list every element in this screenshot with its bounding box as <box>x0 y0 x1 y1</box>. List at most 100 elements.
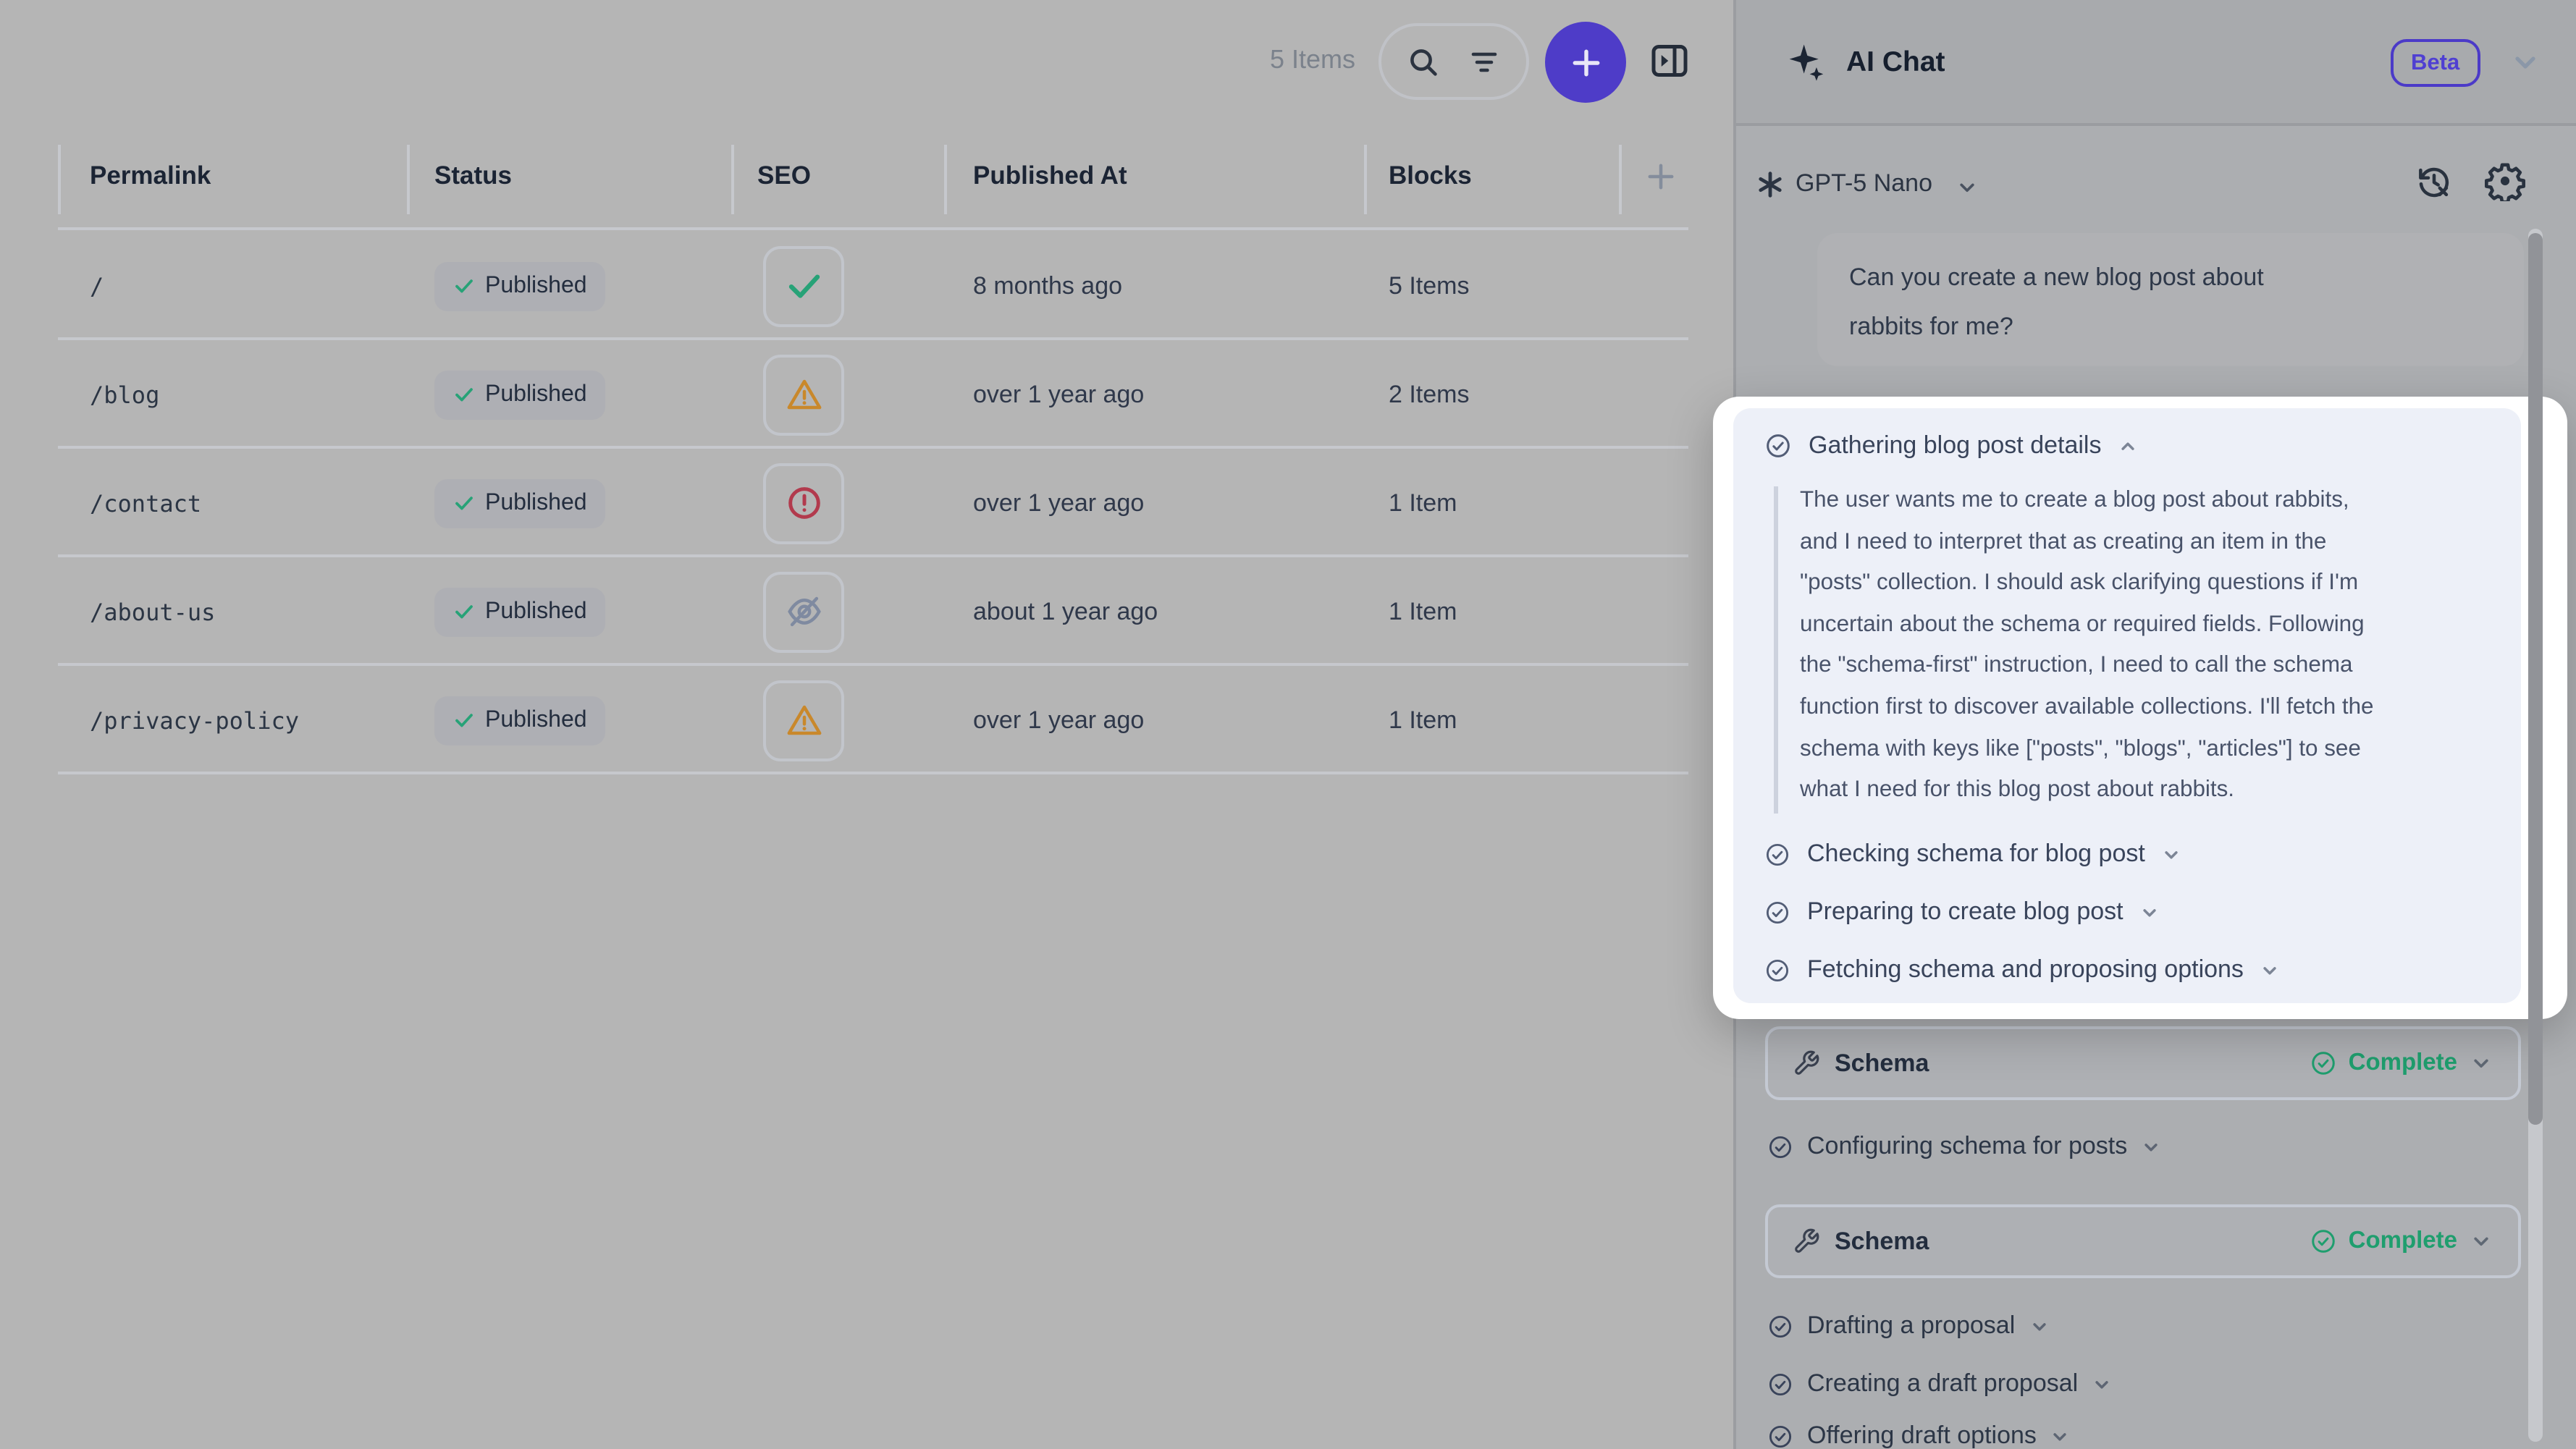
published-at-cell: about 1 year ago <box>973 597 1158 626</box>
spotlight-card: Gathering blog post details The user wan… <box>1713 397 2567 1019</box>
circle-check-icon <box>1764 956 1791 984</box>
reasoning-item-label: Fetching schema and proposing options <box>1807 955 2244 984</box>
step-label: Drafting a proposal <box>1807 1311 2015 1340</box>
status-badge: Published <box>434 261 606 310</box>
tool-call-status: Complete <box>2310 1228 2493 1255</box>
model-selector[interactable]: GPT-5 Nano <box>1796 169 1932 198</box>
seo-status-box <box>763 680 844 761</box>
chevron-down-icon <box>2139 901 2161 923</box>
sparkles-icon <box>1785 42 1826 83</box>
status-label: Published <box>485 381 587 407</box>
circle-check-icon <box>2310 1049 2337 1077</box>
table-row[interactable]: /contact Published over 1 year ago 1 Ite… <box>58 449 1688 557</box>
chevron-down-icon <box>2050 1425 2071 1447</box>
openai-logo-icon <box>1754 168 1787 201</box>
status-badge: Published <box>434 370 606 419</box>
column-header-status[interactable]: Status <box>434 161 512 191</box>
seo-status-box <box>763 354 844 435</box>
check-icon <box>453 492 475 514</box>
tool-call-name: Schema <box>1835 1227 1929 1256</box>
circle-check-icon <box>2310 1228 2337 1255</box>
gear-icon[interactable] <box>2485 161 2525 201</box>
column-header-blocks[interactable]: Blocks <box>1389 161 1472 191</box>
circle-check-icon <box>1767 1370 1794 1398</box>
column-divider <box>731 145 734 214</box>
blocks-cell: 5 Items <box>1389 271 1470 300</box>
permalink-cell: /contact <box>90 489 201 517</box>
column-divider <box>407 145 410 214</box>
column-header-permalink[interactable]: Permalink <box>90 161 211 191</box>
circle-check-icon <box>1764 898 1791 926</box>
blocks-cell: 1 Item <box>1389 706 1457 735</box>
chevron-down-icon <box>2469 1229 2493 1254</box>
reasoning-step[interactable]: Configuring schema for posts <box>1767 1132 2162 1161</box>
tool-call-schema[interactable]: Schema Complete <box>1765 1204 2521 1278</box>
chevron-down-icon <box>2469 1051 2493 1076</box>
column-divider <box>58 145 61 214</box>
reasoning-step[interactable]: Drafting a proposal <box>1767 1311 2050 1340</box>
chevron-down-icon <box>2260 959 2281 981</box>
check-icon <box>453 275 475 297</box>
reasoning-indent-rule <box>1774 486 1777 814</box>
blocks-cell: 1 Item <box>1389 489 1457 518</box>
beta-badge: Beta <box>2391 39 2480 87</box>
reasoning-title: Gathering blog post details <box>1809 431 2102 460</box>
published-at-cell: 8 months ago <box>973 271 1122 300</box>
wrench-icon <box>1793 1228 1820 1255</box>
seo-status-box <box>763 571 844 652</box>
seo-status-box <box>763 245 844 326</box>
reasoning-item-label: Checking schema for blog post <box>1807 840 2145 869</box>
toggle-side-panel-icon[interactable] <box>1648 39 1691 83</box>
status-badge: Published <box>434 587 606 636</box>
reasoning-item-label: Preparing to create blog post <box>1807 897 2123 926</box>
circle-check-icon <box>1767 1133 1794 1160</box>
reasoning-summary[interactable]: Checking schema for blog post <box>1764 840 2183 869</box>
reasoning-summary[interactable]: Fetching schema and proposing options <box>1764 955 2281 984</box>
published-at-cell: over 1 year ago <box>973 706 1144 735</box>
seo-status-box <box>763 462 844 544</box>
reasoning-summary[interactable]: Preparing to create blog post <box>1764 897 2161 926</box>
chevron-down-icon <box>2091 1373 2113 1395</box>
blocks-cell: 1 Item <box>1389 597 1457 626</box>
chevron-down-icon[interactable] <box>2508 45 2543 80</box>
clear-history-icon[interactable] <box>2415 164 2453 201</box>
step-label: Offering draft options <box>1807 1421 2037 1449</box>
column-divider <box>944 145 947 214</box>
add-column-icon[interactable] <box>1642 158 1680 195</box>
step-label: Creating a draft proposal <box>1807 1369 2078 1398</box>
permalink-cell: /about-us <box>90 598 215 625</box>
tool-call-schema[interactable]: Schema Complete <box>1765 1026 2521 1100</box>
header-divider <box>58 227 1688 230</box>
scrollbar-thumb[interactable] <box>2528 233 2543 1125</box>
published-at-cell: over 1 year ago <box>973 380 1144 409</box>
check-icon <box>453 601 475 622</box>
add-item-button[interactable] <box>1545 22 1626 103</box>
table-row[interactable]: /about-us Published about 1 year ago 1 I… <box>58 557 1688 666</box>
status-label: Published <box>485 273 587 299</box>
search-icon[interactable] <box>1407 44 1441 79</box>
reasoning-block: Gathering blog post details The user wan… <box>1733 408 2521 1003</box>
column-header-published-at[interactable]: Published At <box>973 161 1127 191</box>
status-badge: Published <box>434 478 606 528</box>
permalink-cell: /privacy-policy <box>90 706 299 734</box>
status-label: Published <box>485 490 587 516</box>
tool-call-status: Complete <box>2310 1049 2493 1077</box>
filter-icon[interactable] <box>1466 44 1501 79</box>
column-header-seo[interactable]: SEO <box>757 161 811 191</box>
reasoning-step[interactable]: Creating a draft proposal <box>1767 1369 2113 1398</box>
table-row[interactable]: /blog Published over 1 year ago 2 Items <box>58 340 1688 449</box>
chevron-down-icon <box>2161 843 2183 865</box>
table-row[interactable]: /privacy-policy Published over 1 year ag… <box>58 666 1688 774</box>
table-row[interactable]: / Published 8 months ago 5 Items <box>58 232 1688 340</box>
reasoning-summary-expanded[interactable]: Gathering blog post details <box>1764 431 2139 460</box>
user-message-bubble: Can you create a new blog post about rab… <box>1817 233 2524 366</box>
chevron-down-icon <box>2028 1315 2050 1337</box>
blocks-cell: 2 Items <box>1389 380 1470 409</box>
reasoning-step[interactable]: Offering draft options <box>1767 1421 2071 1449</box>
reasoning-body: The user wants me to create a blog post … <box>1800 481 2527 812</box>
column-divider <box>1364 145 1367 214</box>
status-label: Complete <box>2349 1228 2457 1255</box>
app-window: 5 Items <box>0 0 2576 1449</box>
plus-icon <box>1566 43 1605 82</box>
published-at-cell: over 1 year ago <box>973 489 1144 518</box>
